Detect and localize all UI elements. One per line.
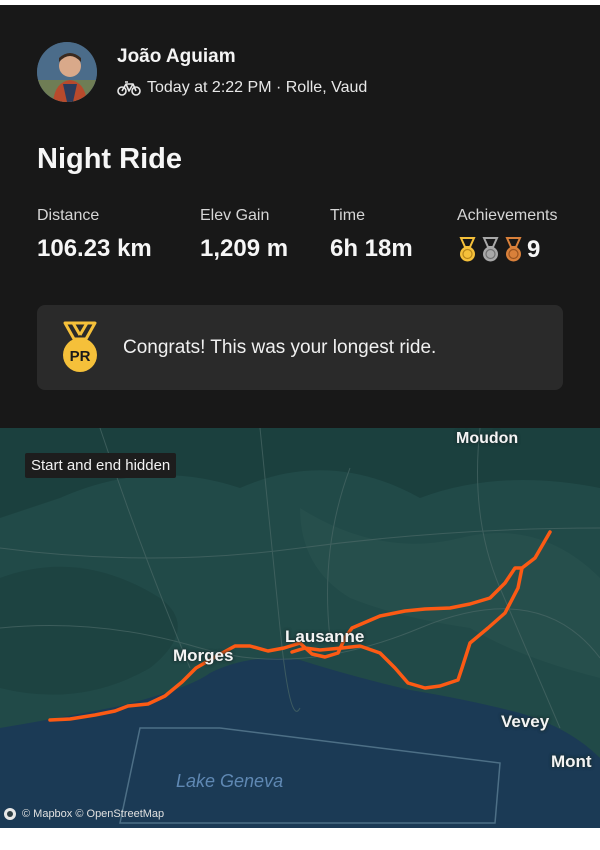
- pr-banner[interactable]: PR Congrats! This was your longest ride.: [37, 305, 563, 390]
- place-label: Vevey: [501, 712, 550, 731]
- activity-meta: Today at 2:22 PM · Rolle, Vaud: [117, 77, 367, 99]
- activity-time-location: Today at 2:22 PM · Rolle, Vaud: [147, 79, 368, 96]
- stat-label: Elev Gain: [200, 207, 270, 224]
- stat-value: 106.23 km: [37, 235, 152, 262]
- stat-value: 6h 18m: [330, 235, 413, 262]
- activity-title[interactable]: Night Ride: [37, 143, 182, 176]
- privacy-tag: Start and end hidden: [25, 453, 177, 478]
- attribution-text: © Mapbox © OpenStreetMap: [22, 808, 165, 820]
- stat-distance: Distance 106.23 km: [37, 207, 152, 263]
- map-attribution[interactable]: © Mapbox © OpenStreetMap: [4, 808, 164, 820]
- top-edge: [0, 0, 600, 5]
- pr-medal-icon: PR: [63, 321, 97, 372]
- avatar[interactable]: [37, 42, 97, 102]
- stat-elev-gain: Elev Gain 1,209 m: [200, 207, 288, 263]
- stat-label: Time: [330, 207, 365, 224]
- place-label: Morges: [173, 646, 234, 665]
- route-map[interactable]: Start and end hidden Moudon Lausanne Mor…: [0, 428, 600, 828]
- athlete-name[interactable]: João Aguiam: [117, 46, 236, 68]
- bike-icon: [117, 81, 141, 96]
- stat-label: Distance: [37, 207, 100, 224]
- achievement-count: 9: [527, 236, 541, 263]
- lake-label: Lake Geneva: [176, 771, 284, 791]
- place-label: Mont: [551, 752, 592, 771]
- silver-medal-icon: [482, 236, 499, 261]
- achievement-medals: 9: [457, 236, 558, 264]
- stat-time: Time 6h 18m: [330, 207, 413, 263]
- place-label: Lausanne: [285, 627, 365, 646]
- mapbox-logo-icon: [4, 808, 16, 820]
- pr-badge-text: PR: [70, 348, 91, 365]
- stat-value: 1,209 m: [200, 235, 289, 262]
- stat-label: Achievements: [457, 207, 558, 224]
- place-label: Moudon: [456, 430, 519, 447]
- bottom-edge: [0, 828, 600, 850]
- stat-achievements[interactable]: Achievements 9: [457, 207, 558, 264]
- pr-message: Congrats! This was your longest ride.: [123, 337, 437, 358]
- gold-medal-icon: [459, 236, 476, 261]
- bronze-medal-icon: [505, 236, 522, 261]
